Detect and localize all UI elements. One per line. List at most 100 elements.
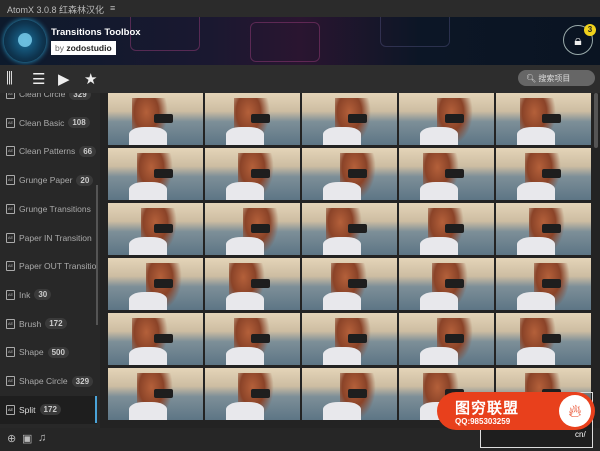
sidebar-scrollbar[interactable] [96,185,98,325]
preview-grid [108,93,592,423]
transition-thumbnail[interactable] [496,203,591,255]
transition-thumbnail[interactable] [205,93,300,145]
transition-thumbnail[interactable] [399,258,494,310]
preview-icon[interactable]: ▣ [22,432,32,445]
transition-thumbnail[interactable] [302,148,397,200]
author-label[interactable]: by zodostudio [51,41,116,55]
sidebar-item-label: Grunge Paper [19,175,73,186]
count-badge: 329 [71,375,94,387]
transition-thumbnail[interactable] [108,148,203,200]
sidebar-item-label: Clean Circle [19,93,66,99]
file-icon: AE [6,117,15,128]
sidebar-item[interactable]: AE Brush 172 [0,310,97,338]
transition-thumbnail[interactable] [399,148,494,200]
file-icon: AE [6,261,15,272]
sidebar-item-label: Ink [19,289,31,300]
sidebar-item[interactable]: AE Grunge Transitions [0,195,97,223]
video-file-icon[interactable]: ▶ [58,70,70,88]
file-icon: AE [6,404,15,415]
shopping-bag-icon: 🔒︎ [574,32,582,48]
transition-thumbnail[interactable] [108,258,203,310]
transition-thumbnail[interactable] [496,258,591,310]
transition-thumbnail[interactable] [496,148,591,200]
sidebar-item[interactable]: AE Shape Circle 329 [0,367,97,395]
file-icon: AE [6,175,15,186]
sidebar-item[interactable]: AE Clean Basic 108 [0,109,97,137]
toolbar: ⫼ ☰ ▶ ★ [0,65,600,93]
transition-thumbnail[interactable] [205,148,300,200]
transition-thumbnail[interactable] [399,93,494,145]
sidebar-item[interactable]: AE Paper IN Transition [0,224,97,252]
watermark: 图穷联盟 QQ:985303259 🔥︎ [437,392,595,430]
transition-thumbnail[interactable] [205,368,300,420]
menu-icon[interactable]: ≡ [110,3,115,14]
count-badge: 172 [45,318,67,330]
file-icon: AE [6,318,15,329]
transition-thumbnail[interactable] [302,203,397,255]
sidebar-item[interactable]: AE Grunge Paper 20 [0,166,97,194]
transition-thumbnail[interactable] [108,313,203,365]
sidebar-item-label: Paper OUT Transitio [19,261,97,272]
sidebar-item-label: Grunge Transitions [19,203,91,214]
category-sidebar: AE Clean Circle 329 AE Clean Basic 108 AE Clean… [0,93,100,428]
count-badge: 172 [39,404,61,416]
title-bar: AtomX 3.0.8 红森林汉化 ≡ [0,0,600,17]
sidebar-item[interactable]: AE Paper OUT Transitio [0,252,97,280]
count-badge: 66 [79,145,97,157]
list-icon[interactable]: ☰ [32,70,45,88]
count-badge: 20 [76,174,94,186]
transition-thumbnail[interactable] [205,258,300,310]
transition-thumbnail[interactable] [302,93,397,145]
flame-icon: 🔥︎ [559,395,591,427]
sidebar-item-label: Shape [19,347,44,358]
sidebar-item-label: Clean Patterns [19,146,76,157]
sidebar-item[interactable]: AE Clean Patterns 66 [0,137,97,165]
transition-thumbnail[interactable] [302,258,397,310]
search-icon: 🔍︎ [526,74,537,83]
music-icon[interactable]: ♫ [38,432,46,444]
count-badge: 329 [69,93,91,100]
app-title: AtomX 3.0.8 红森林汉化 [7,5,105,15]
sidebar-item-label: Brush [19,318,42,329]
transition-thumbnail[interactable] [399,313,494,365]
transition-thumbnail[interactable] [108,203,203,255]
file-icon: AE [6,232,15,243]
transition-thumbnail[interactable] [302,368,397,420]
sidebar-item-label: Paper IN Transition [19,232,92,243]
transition-thumbnail[interactable] [108,93,203,145]
file-icon: AE [6,93,15,99]
watermark-url: cn/ [575,430,586,439]
transition-thumbnail[interactable] [496,313,591,365]
file-icon: AE [6,376,15,386]
author-name: zodostudio [66,43,112,53]
atomx-logo [4,20,46,62]
sidebar-item[interactable]: AE Ink 30 [0,281,97,309]
transition-thumbnail[interactable] [205,203,300,255]
file-icon: AE [6,289,15,300]
file-icon: AE [6,146,15,157]
cart-count-badge: 3 [584,24,596,36]
count-badge: 30 [34,289,52,301]
transition-thumbnail[interactable] [302,313,397,365]
sidebar-item-label: Shape Circle [19,376,68,386]
active-indicator [95,396,97,423]
count-badge: 500 [47,346,69,358]
star-icon[interactable]: ★ [84,70,97,88]
sidebar-item[interactable]: AE Clean Circle 329 [0,93,97,108]
sliders-icon[interactable]: ⫼ [6,70,13,87]
grid-scrollbar[interactable] [594,93,598,148]
product-title: Transitions Toolbox [51,27,141,38]
sidebar-item-label: Split [19,404,36,415]
transition-thumbnail[interactable] [108,368,203,420]
sidebar-item[interactable]: AE Split 172 [0,395,97,424]
transition-thumbnail[interactable] [205,313,300,365]
target-icon[interactable]: ⊕ [7,432,16,445]
file-icon: AE [6,347,15,358]
count-badge: 108 [68,117,90,129]
sidebar-item-label: Clean Basic [19,117,65,128]
transition-thumbnail[interactable] [496,93,591,145]
search-input[interactable]: 🔍︎ 搜索项目 [518,70,595,86]
transition-thumbnail[interactable] [399,203,494,255]
sidebar-item[interactable]: AE Shape 500 [0,338,97,366]
banner: Transitions Toolbox by zodostudio [0,17,600,65]
